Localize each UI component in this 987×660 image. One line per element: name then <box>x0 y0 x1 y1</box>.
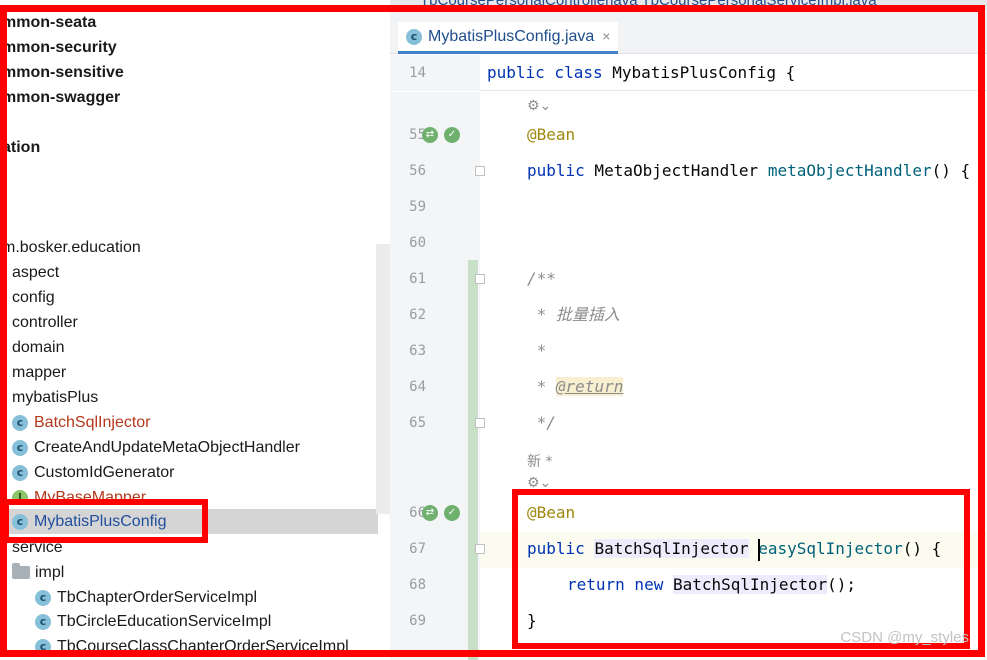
watermark: CSDN @my_styles <box>840 629 969 646</box>
annotation-frame-selected-file <box>3 499 208 543</box>
annotation-frame-bean-method <box>512 489 970 649</box>
